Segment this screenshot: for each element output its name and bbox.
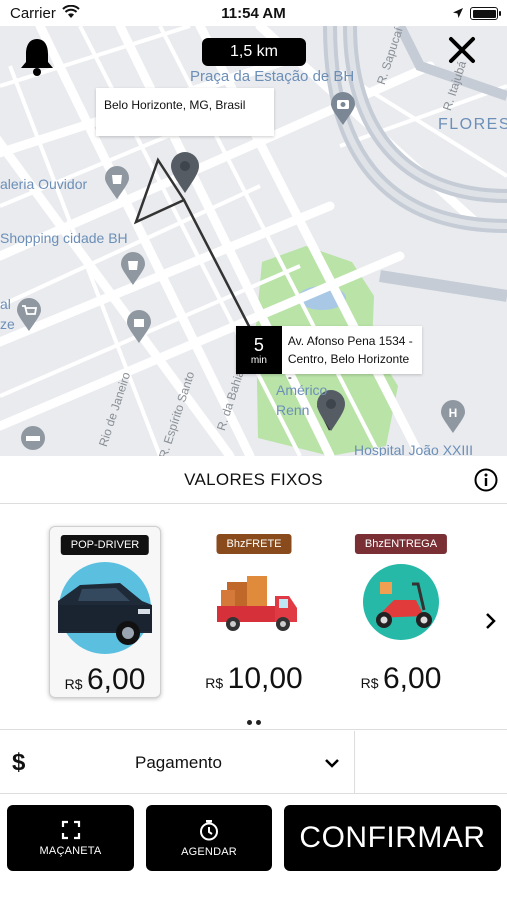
map-label-ze: ze [0, 316, 15, 332]
map-label-flores: FLORES [438, 116, 507, 133]
expand-icon [61, 820, 80, 839]
cart-poi-icon[interactable] [16, 298, 42, 332]
map-label-shopping: Shopping cidade BH [0, 230, 128, 246]
category-tag: BhzENTREGA [354, 534, 448, 554]
page-dot[interactable] [255, 720, 261, 725]
confirm-button[interactable]: CONFIRMAR [284, 805, 501, 871]
clock: 11:54 AM [221, 5, 286, 22]
macaneta-label: MAÇANETA [39, 844, 102, 857]
close-icon[interactable] [448, 36, 476, 69]
category-card-pop-driver[interactable]: POP-DRIVER R$ 6,00 [49, 526, 161, 698]
map-label-renn: Renn [276, 402, 310, 418]
battery-icon [470, 7, 498, 20]
status-bar: Carrier 11:54 AM [0, 0, 507, 26]
eta-unit: min [250, 354, 267, 366]
bell-icon[interactable] [18, 36, 56, 83]
car-icon [58, 561, 152, 655]
price-value: 6,00 [86, 663, 146, 696]
shopping-poi-icon[interactable] [104, 166, 130, 200]
stopwatch-icon [200, 819, 218, 840]
category-tag: BhzFRETE [216, 534, 292, 554]
battery-tip [499, 11, 501, 16]
page-indicator[interactable] [0, 712, 507, 730]
destination-callout[interactable]: 5 min Av. Afonso Pena 1534 - Centro, Bel… [236, 326, 422, 384]
shopping-bag-poi-icon[interactable] [120, 252, 146, 286]
payment-divider [354, 731, 355, 794]
category-tag: POP-DRIVER [60, 535, 150, 555]
currency-symbol: R$ [64, 676, 83, 692]
map-label-galeria: aleria Ouvidor [0, 176, 88, 192]
payment-label[interactable]: Pagamento [135, 753, 222, 773]
category-card-bhzfrete[interactable]: BhzFRETE R$ 10,00 [198, 526, 310, 698]
price-value: 6,00 [382, 662, 442, 695]
map-label-al: al [0, 296, 11, 312]
agendar-button[interactable]: AGENDAR [146, 805, 272, 871]
destination-address: Av. Afonso Pena 1534 - Centro, Belo Hori… [282, 326, 422, 384]
fixed-values-header: VALORES FIXOS [0, 456, 507, 504]
hotel-poi-icon[interactable] [20, 426, 46, 456]
destination-line-1: Av. Afonso Pena 1534 - [287, 334, 413, 348]
page-dot[interactable] [246, 720, 252, 725]
macaneta-button[interactable]: MAÇANETA [7, 805, 134, 871]
map-label-hospital: Hospital João XXIII [354, 442, 474, 456]
location-arrow-icon [452, 6, 464, 24]
origin-pin-icon[interactable] [170, 152, 200, 194]
agendar-label: AGENDAR [181, 845, 237, 858]
currency-symbol: R$ [360, 675, 379, 691]
chevron-down-icon[interactable] [324, 755, 340, 773]
svg-text:H: H [449, 406, 458, 420]
payment-selector[interactable]: $ Pagamento [0, 731, 507, 794]
chevron-right-icon[interactable] [484, 612, 496, 635]
origin-callout[interactable]: Belo Horizonte, MG, Brasil [96, 88, 274, 136]
map-view[interactable]: H Praça da Estação de BH FLORES aleria O… [0, 26, 507, 456]
category-price: R$ 6,00 [50, 663, 160, 697]
destination-line-2: Centro, Belo Horizonte - [287, 352, 410, 384]
eta-badge: 5 min [236, 326, 282, 374]
currency-symbol: R$ [205, 675, 224, 691]
eta-value: 5 [253, 334, 264, 355]
category-card-bhzentrega[interactable]: BhzENTREGA R$ 6,00 [345, 526, 457, 698]
category-carousel[interactable]: POP-DRIVER R$ 6,00 BhzFRETE R$ 10,00 Bhz… [0, 504, 507, 730]
map-label-praca: Praça da Estação de BH [190, 68, 355, 85]
scooter-icon [354, 560, 448, 654]
dollar-icon: $ [12, 749, 26, 776]
truck-icon [207, 560, 301, 654]
category-price: R$ 10,00 [198, 662, 310, 696]
distance-badge: 1,5 km [202, 38, 306, 66]
gift-poi-icon[interactable] [126, 310, 152, 344]
price-value: 10,00 [227, 662, 303, 695]
fixed-values-title: VALORES FIXOS [184, 470, 323, 489]
category-price: R$ 6,00 [345, 662, 457, 696]
info-icon[interactable] [474, 468, 498, 497]
camera-poi-icon[interactable] [330, 92, 356, 126]
hospital-poi-icon[interactable]: H [440, 400, 466, 434]
